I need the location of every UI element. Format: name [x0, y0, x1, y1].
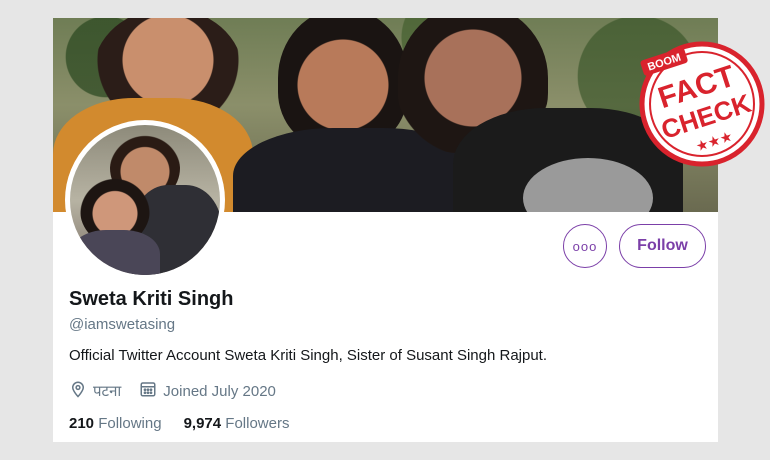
following-count: 210: [69, 415, 95, 432]
more-options-icon: ooo: [572, 238, 598, 254]
joined-date-text: Joined July 2020: [163, 382, 276, 400]
followers-count: 9,974: [183, 415, 222, 432]
follow-button-label: Follow: [637, 237, 688, 254]
profile-meta: पटना Joined July 2020: [69, 380, 288, 402]
profile-avatar[interactable]: [65, 120, 225, 280]
followers-link[interactable]: 9,974 Followers: [184, 415, 290, 432]
avatar-photo: [70, 125, 220, 275]
profile-joined: Joined July 2020: [139, 380, 276, 402]
location-pin-icon: [69, 380, 87, 402]
followers-label: Followers: [225, 415, 290, 432]
following-label: Following: [98, 415, 162, 432]
fact-check-stamp-logo: BOOM FACT CHECK ★★★: [636, 38, 768, 170]
follow-button[interactable]: Follow: [619, 224, 706, 268]
following-link[interactable]: 210 Following: [69, 415, 162, 432]
profile-bio: Official Twitter Account Sweta Kriti Sin…: [69, 347, 548, 364]
avatar-clothing-woman: [70, 230, 160, 275]
profile-location: पटना: [69, 380, 121, 402]
more-options-button[interactable]: ooo: [563, 224, 607, 268]
profile-handle: @iamswetasing: [69, 316, 176, 333]
profile-name: Sweta Kriti Singh: [69, 288, 234, 310]
calendar-icon: [139, 380, 157, 402]
profile-stats: 210 Following 9,974 Followers: [69, 415, 289, 432]
location-text: पटना: [93, 383, 122, 400]
profile-card: ooo Follow Sweta Kriti Singh @iamswetasi…: [53, 18, 718, 442]
